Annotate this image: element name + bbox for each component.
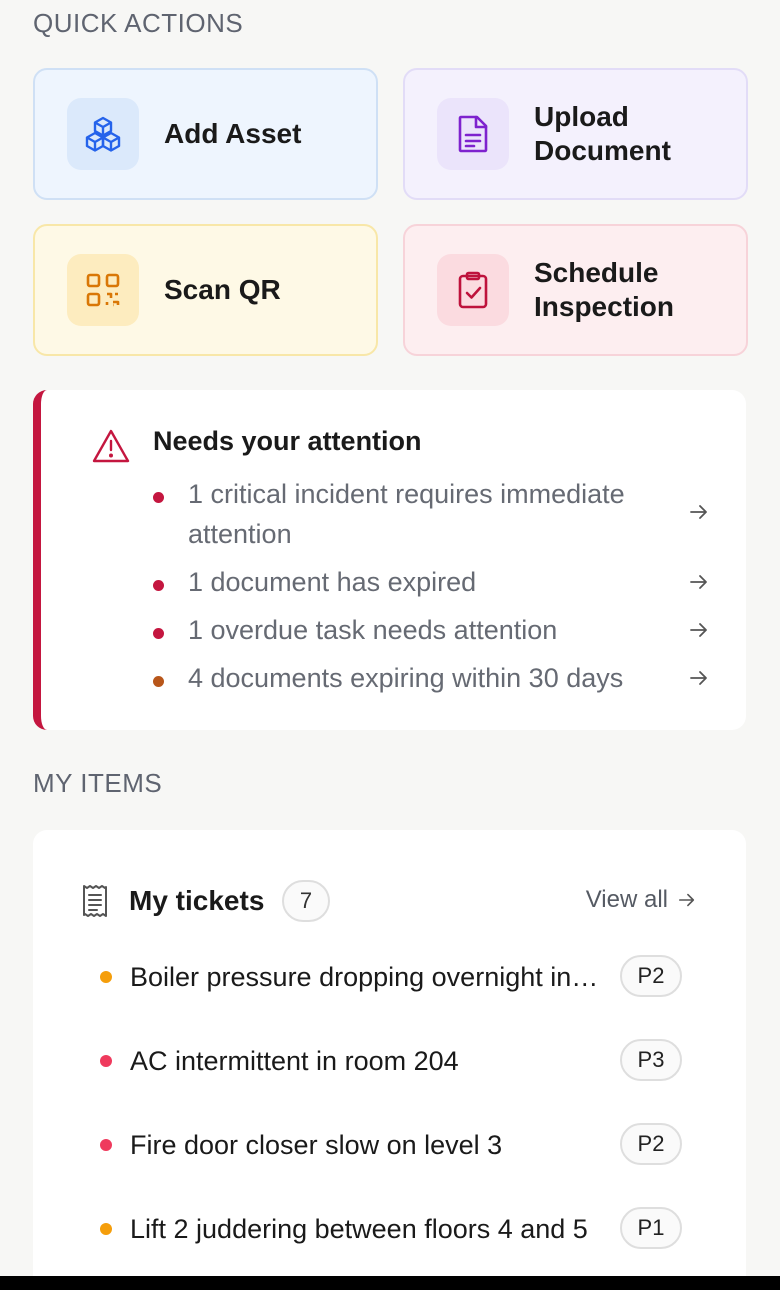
arrow-right-icon	[678, 893, 695, 907]
ticket-row[interactable]: Lift 2 juddering between floors 4 and 5 …	[100, 1207, 682, 1251]
upload-document-button[interactable]: Upload Document	[403, 68, 748, 200]
quick-actions-heading: QUICK ACTIONS	[33, 8, 244, 38]
warning-triangle-icon	[91, 428, 131, 469]
ticket-title: Boiler pressure dropping overnight in pl…	[130, 961, 600, 992]
schedule-inspection-button[interactable]: Schedule Inspection	[403, 224, 748, 356]
receipt-icon	[81, 884, 109, 923]
attention-item-text: 1 critical incident requires immediate a…	[188, 479, 625, 549]
severity-dot	[153, 492, 164, 503]
priority-badge: P2	[620, 955, 682, 997]
attention-item-documents-expiring[interactable]: 4 documents expiring within 30 days	[153, 658, 709, 698]
priority-badge: P1	[620, 1207, 682, 1249]
cubes-icon	[67, 98, 139, 170]
view-all-link[interactable]: View all	[586, 886, 696, 914]
add-asset-label: Add Asset	[164, 118, 302, 149]
attention-item-document-expired[interactable]: 1 document has expired	[153, 562, 709, 602]
ticket-row[interactable]: Boiler pressure dropping overnight in pl…	[100, 955, 682, 999]
arrow-right-icon	[689, 622, 709, 643]
attention-panel: Needs your attention 1 critical incident…	[33, 390, 746, 730]
attention-item-overdue-task[interactable]: 1 overdue task needs attention	[153, 610, 709, 650]
attention-item-critical-incident[interactable]: 1 critical incident requires immediate a…	[153, 474, 709, 554]
ticket-status-dot	[100, 1223, 112, 1235]
severity-dot	[153, 580, 164, 591]
ticket-status-dot	[100, 1055, 112, 1067]
ticket-status-dot	[100, 971, 112, 983]
severity-dot	[153, 676, 164, 687]
priority-badge: P2	[620, 1123, 682, 1165]
tickets-title: My tickets	[129, 885, 265, 916]
scan-qr-button[interactable]: Scan QR	[33, 224, 378, 356]
attention-item-text: 1 document has expired	[188, 567, 477, 597]
bottom-edge-bar	[0, 1276, 780, 1290]
attention-item-text: 1 overdue task needs attention	[188, 615, 558, 645]
document-icon	[437, 98, 509, 170]
arrow-right-icon	[689, 504, 709, 525]
priority-badge: P3	[620, 1039, 682, 1081]
tickets-count-badge: 7	[282, 880, 330, 922]
add-asset-button[interactable]: Add Asset	[33, 68, 378, 200]
schedule-inspection-label: Schedule Inspection	[534, 257, 675, 322]
ticket-row[interactable]: Fire door closer slow on level 3 P2	[100, 1123, 682, 1167]
arrow-right-icon	[689, 670, 709, 691]
arrow-right-icon	[689, 574, 709, 595]
tickets-header: My tickets 7 View all	[81, 880, 696, 922]
ticket-row[interactable]: AC intermittent in room 204 P3	[100, 1039, 682, 1083]
severity-dot	[153, 628, 164, 639]
ticket-title: AC intermittent in room 204	[130, 1045, 459, 1076]
my-tickets-card: My tickets 7 View all Boiler pressure dr…	[33, 830, 746, 1290]
view-all-label: View all	[585, 886, 668, 913]
ticket-title: Lift 2 juddering between floors 4 and 5	[130, 1213, 588, 1244]
scan-qr-label: Scan QR	[164, 274, 281, 305]
upload-document-label: Upload Document	[534, 101, 671, 166]
ticket-status-dot	[100, 1139, 112, 1151]
attention-title: Needs your attention	[153, 426, 422, 456]
ticket-title: Fire door closer slow on level 3	[130, 1129, 503, 1160]
attention-item-text: 4 documents expiring within 30 days	[188, 663, 624, 693]
my-items-heading: MY ITEMS	[33, 768, 163, 798]
qr-code-icon	[67, 254, 139, 326]
clipboard-check-icon	[437, 254, 509, 326]
